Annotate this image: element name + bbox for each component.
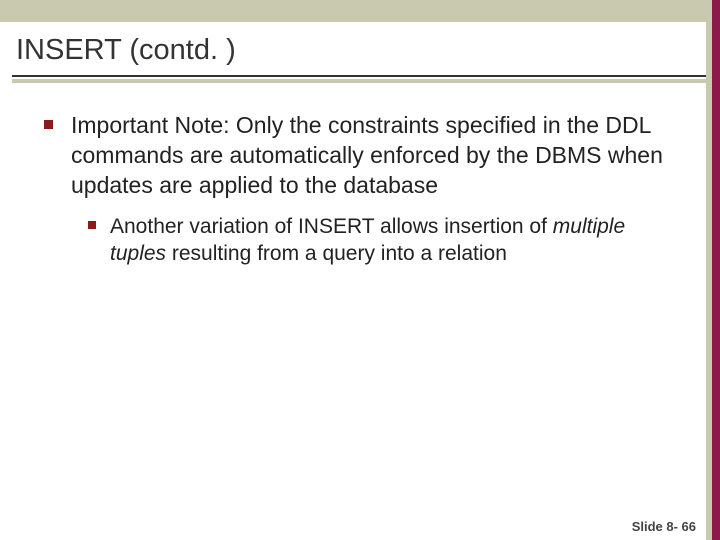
right-stripe-dark — [712, 0, 720, 540]
square-bullet-icon — [44, 120, 53, 129]
content-area: Important Note: Only the constraints spe… — [0, 83, 720, 267]
sub-text-pre: Another variation of INSERT allows inser… — [110, 215, 553, 238]
top-band — [0, 0, 720, 22]
slide-number: Slide 8- 66 — [632, 519, 696, 534]
sub-bullet-text: Another variation of INSERT allows inser… — [110, 213, 684, 268]
divider-line — [12, 75, 708, 77]
slide-title: INSERT (contd. ) — [16, 34, 704, 67]
bullet-row: Important Note: Only the constraints spe… — [44, 111, 684, 201]
sub-text-post: resulting from a query into a relation — [166, 242, 507, 265]
title-area: INSERT (contd. ) — [0, 22, 720, 75]
bullet-text: Important Note: Only the constraints spe… — [71, 111, 684, 201]
square-bullet-icon — [88, 221, 96, 229]
sub-bullet-row: Another variation of INSERT allows inser… — [88, 213, 684, 268]
